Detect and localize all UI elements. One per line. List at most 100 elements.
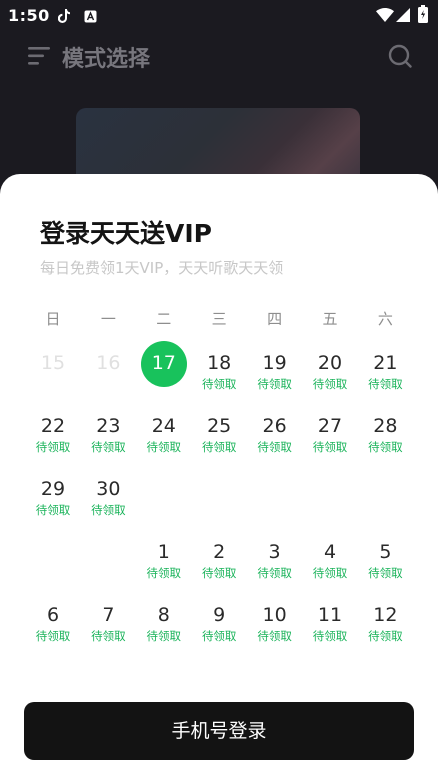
pending-claim-label: 待领取 xyxy=(201,566,237,580)
calendar-day[interactable]: 1 待领取 xyxy=(136,541,192,597)
weekday-label: 日 xyxy=(45,310,61,328)
day-number: 9 xyxy=(213,604,226,626)
pending-claim-label: 待领取 xyxy=(146,566,182,580)
pending-claim-label: 待领取 xyxy=(368,377,403,391)
pending-claim-label: 待领取 xyxy=(368,566,403,580)
tiktok-icon xyxy=(57,8,70,27)
calendar-day[interactable]: 30 待领取 xyxy=(80,478,136,534)
pending-claim-label: 待领取 xyxy=(35,629,71,643)
day-number: 16 xyxy=(96,352,121,374)
day-number: 3 xyxy=(268,541,281,563)
pending-claim-label: 待领取 xyxy=(35,503,71,517)
pending-claim-label: 待领取 xyxy=(257,566,292,580)
pending-claim-label: 待领取 xyxy=(146,440,182,454)
day-number: 11 xyxy=(317,604,343,626)
pending-claim-label: 待领取 xyxy=(368,440,403,454)
day-number: 4 xyxy=(323,541,337,563)
day-number: 15 xyxy=(40,352,66,374)
calendar-day[interactable]: 19 待领取 xyxy=(247,352,303,408)
status-bar: 1:50 xyxy=(0,0,438,30)
calendar-day[interactable]: 20 待领取 xyxy=(302,352,358,408)
calendar-day[interactable]: 21 待领取 xyxy=(357,352,413,408)
weekday-label: 二 xyxy=(156,310,172,328)
signal-icon xyxy=(396,7,410,26)
weekday-label: 六 xyxy=(377,310,393,328)
day-number: 5 xyxy=(379,541,392,563)
pending-claim-label: 待领取 xyxy=(91,503,126,517)
day-number: 10 xyxy=(262,604,287,626)
battery-icon xyxy=(418,5,428,27)
day-number: 17 xyxy=(151,352,176,374)
pending-claim-label: 待领取 xyxy=(91,440,126,454)
weekday-label: 四 xyxy=(267,310,283,328)
a-icon xyxy=(84,8,97,27)
pending-claim-label: 待领取 xyxy=(257,629,292,643)
calendar-day[interactable]: 4 待领取 xyxy=(302,541,358,597)
day-number: 6 xyxy=(46,604,60,626)
calendar-day[interactable]: 9 待领取 xyxy=(191,604,247,660)
weekday-header: 日一二三四五六 xyxy=(25,308,413,328)
search-icon[interactable] xyxy=(388,44,412,68)
pending-claim-label: 待领取 xyxy=(257,440,292,454)
day-number: 1 xyxy=(157,541,170,563)
calendar-day[interactable]: 28 待领取 xyxy=(357,415,413,471)
pending-claim-label: 待领取 xyxy=(312,566,348,580)
sheet-title: 登录天天送VIP xyxy=(40,219,212,248)
wifi-icon xyxy=(376,7,394,26)
day-number: 28 xyxy=(373,415,398,437)
day-number: 19 xyxy=(262,352,287,374)
calendar-day[interactable]: 8 待领取 xyxy=(136,604,192,660)
pending-claim-label: 待领取 xyxy=(35,440,71,454)
pending-claim-label: 待领取 xyxy=(312,440,348,454)
day-number: 26 xyxy=(262,415,287,437)
day-number: 30 xyxy=(96,478,121,500)
day-number: 20 xyxy=(317,352,343,374)
status-time: 1:50 xyxy=(8,6,50,25)
pending-claim-label: 待领取 xyxy=(368,629,403,643)
calendar-day[interactable]: 10 待领取 xyxy=(247,604,303,660)
sheet-subtitle: 每日免费领1天VIP，天天听歌天天领 xyxy=(40,259,284,277)
calendar-day[interactable]: 11 待领取 xyxy=(302,604,358,660)
calendar-day[interactable]: 25 待领取 xyxy=(191,415,247,471)
calendar-day[interactable]: 18 待领取 xyxy=(191,352,247,408)
calendar-day[interactable]: 5 待领取 xyxy=(357,541,413,597)
app-header: 模式选择 xyxy=(0,30,438,84)
day-number: 7 xyxy=(102,604,115,626)
calendar-day[interactable]: 7 待领取 xyxy=(80,604,136,660)
pending-claim-label: 待领取 xyxy=(257,377,292,391)
day-number: 27 xyxy=(317,415,343,437)
weekday-label: 五 xyxy=(322,310,338,328)
phone-login-button[interactable]: 手机号登录 xyxy=(24,702,414,760)
calendar-day[interactable]: 6 待领取 xyxy=(25,604,81,660)
calendar-day[interactable]: 3 待领取 xyxy=(247,541,303,597)
calendar-day[interactable]: 16 xyxy=(80,352,136,408)
day-number: 22 xyxy=(40,415,66,437)
page-title: 模式选择 xyxy=(62,47,151,72)
calendar-day[interactable]: 23 待领取 xyxy=(80,415,136,471)
pending-claim-label: 待领取 xyxy=(312,629,348,643)
pending-claim-label: 待领取 xyxy=(201,629,237,643)
calendar-day[interactable]: 2 待领取 xyxy=(191,541,247,597)
day-number: 8 xyxy=(157,604,170,626)
calendar-day[interactable]: 27 待领取 xyxy=(302,415,358,471)
menu-icon[interactable] xyxy=(28,46,50,66)
weekday-label: 三 xyxy=(211,310,227,328)
calendar-day[interactable]: 29 待领取 xyxy=(25,478,81,534)
calendar-day[interactable]: 24 待领取 xyxy=(136,415,192,471)
day-number: 21 xyxy=(373,352,398,374)
pending-claim-label: 待领取 xyxy=(201,440,237,454)
calendar-day[interactable]: 12 待领取 xyxy=(357,604,413,660)
day-number: 23 xyxy=(96,415,121,437)
day-number: 18 xyxy=(207,352,232,374)
pending-claim-label: 待领取 xyxy=(312,377,348,391)
pending-claim-label: 待领取 xyxy=(201,377,237,391)
pending-claim-label: 待领取 xyxy=(91,629,126,643)
day-number: 24 xyxy=(151,415,176,437)
day-number: 12 xyxy=(373,604,398,626)
vip-login-sheet: 登录天天送VIP 每日免费领1天VIP，天天听歌天天领 日一二三四五六 15 16… xyxy=(0,174,438,778)
day-number: 25 xyxy=(207,415,232,437)
calendar-day[interactable]: 26 待领取 xyxy=(247,415,303,471)
calendar-day[interactable]: 15 xyxy=(25,352,81,408)
calendar-day[interactable]: 22 待领取 xyxy=(25,415,81,471)
calendar-day[interactable]: 17 xyxy=(136,352,192,408)
